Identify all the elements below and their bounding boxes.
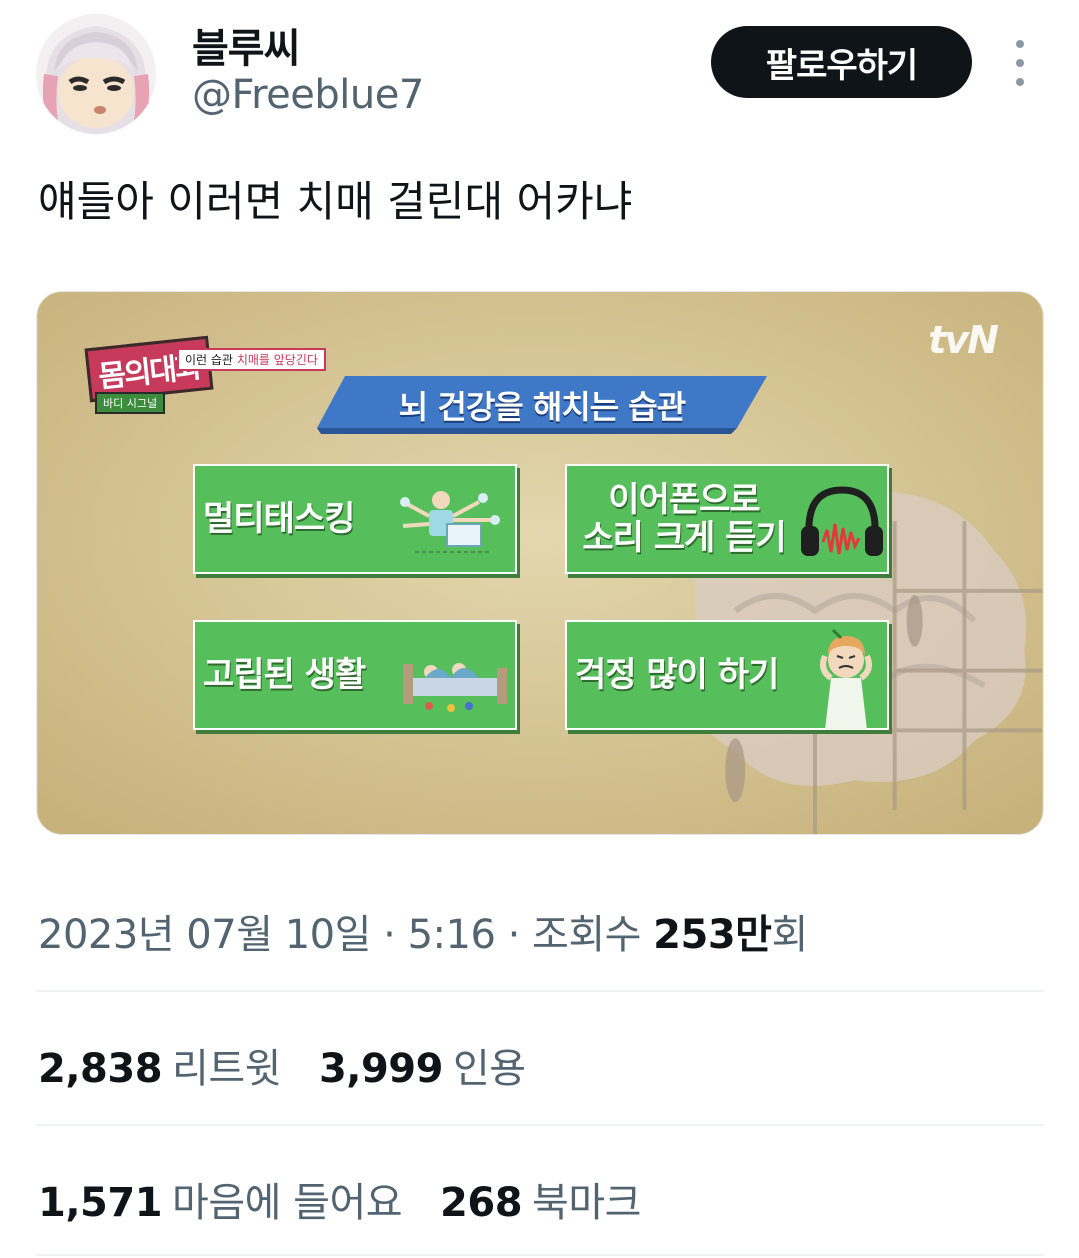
habit-card-label: 걱정 많이 하기 [575, 655, 779, 695]
show-logo-subtitle: 바디 시그널 [95, 392, 166, 414]
show-caption-highlight: 치매를 앞당긴다 [236, 353, 318, 367]
quotes-label[interactable]: 인용 [453, 1046, 526, 1092]
quotes-count[interactable]: 3,999 [319, 1046, 444, 1092]
divider [36, 1254, 1044, 1256]
more-options-icon[interactable] [1004, 40, 1036, 86]
banner: 뇌 건강을 해치는 습관 [317, 376, 767, 434]
more-dot [1016, 78, 1024, 86]
post-date-time: 2023년 07월 10일 · 5:16 · 조회수 [38, 912, 654, 958]
tweet-media-image[interactable]: tvN 몸의대화 바디 시그널 이런 습관 치매를 앞당긴다 뇌 건강을 해치는… [36, 291, 1044, 835]
bookmarks-count[interactable]: 268 [440, 1180, 523, 1226]
retweets-label[interactable]: 리트윗 [172, 1046, 281, 1092]
stats-row-reactions: 1,571 마음에 들어요 268 북마크 [38, 1170, 679, 1228]
more-dot [1016, 40, 1024, 48]
broadcaster-logo: tvN [928, 318, 999, 362]
habit-card-earphones: 이어폰으로 소리 크게 듣기 [565, 464, 889, 574]
user-handle[interactable]: @Freeblue7 [192, 72, 424, 118]
habit-card-worry: 걱정 많이 하기 [565, 620, 889, 730]
view-count: 253만 [653, 912, 772, 958]
likes-label[interactable]: 마음에 들어요 [172, 1180, 403, 1226]
habit-card-label: 고립된 생활 [203, 655, 366, 695]
bookmarks-label[interactable]: 북마크 [532, 1180, 641, 1226]
habit-card-isolation: 고립된 생활 [193, 620, 517, 730]
stats-row-shares: 2,838 리트윗 3,999 인용 [38, 1036, 564, 1094]
habit-card-label: 멀티태스킹 [203, 499, 355, 539]
multitasking-icon [400, 491, 500, 553]
bed-icon [403, 663, 507, 712]
worried-person-icon [820, 628, 872, 730]
post-timestamp[interactable]: 2023년 07월 10일 · 5:16 · 조회수 253만회 [38, 902, 808, 960]
tweet-text: 얘들아 이러면 치매 걸린대 어카냐 [38, 177, 633, 226]
display-name[interactable]: 블루씨 [192, 16, 300, 74]
follow-button[interactable]: 팔로우하기 [711, 26, 972, 98]
banner-title: 뇌 건강을 해치는 습관 [398, 388, 686, 426]
show-caption: 이런 습관 치매를 앞당긴다 [177, 348, 326, 371]
view-count-suffix: 회 [771, 912, 808, 958]
retweets-count[interactable]: 2,838 [38, 1046, 163, 1092]
habit-card-label: 이어폰으로 소리 크게 듣기 [582, 480, 786, 558]
divider [36, 1124, 1044, 1126]
divider [36, 990, 1044, 992]
headphones-icon [801, 486, 883, 556]
show-caption-prefix: 이런 습관 [185, 353, 233, 367]
habit-card-multitasking: 멀티태스킹 [193, 464, 517, 574]
avatar[interactable] [36, 14, 156, 134]
likes-count[interactable]: 1,571 [38, 1180, 163, 1226]
avatar-image [36, 14, 156, 134]
more-dot [1016, 59, 1024, 67]
